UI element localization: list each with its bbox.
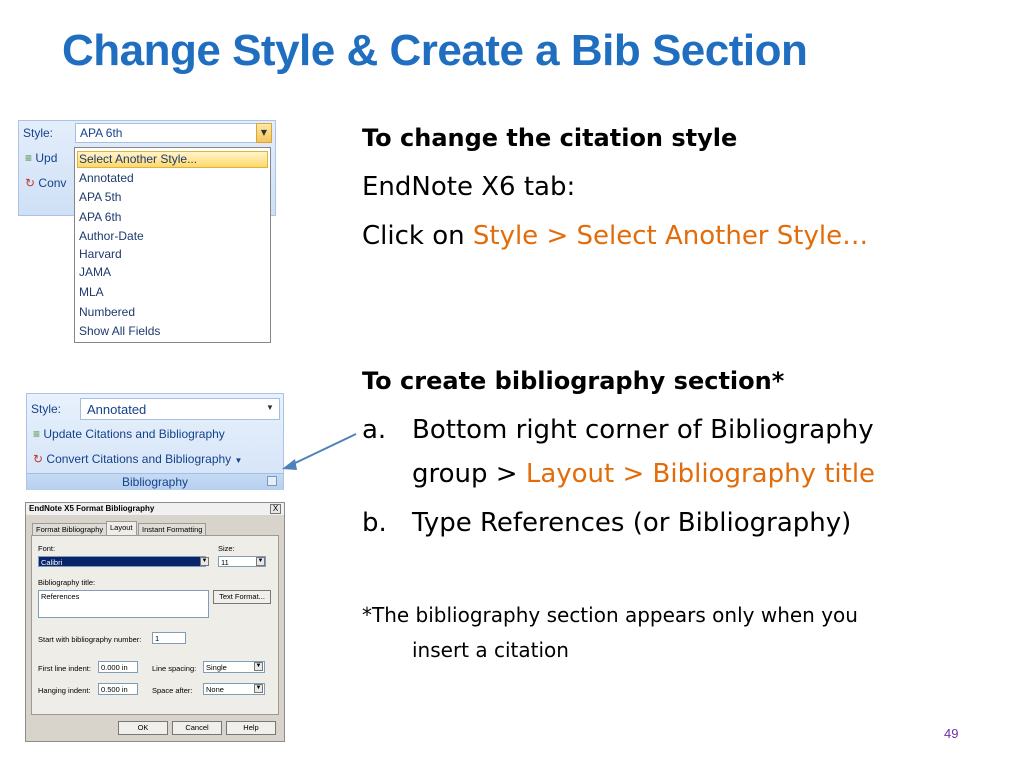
size-label: Size: xyxy=(218,544,235,553)
dialog-title: EndNote X5 Format Bibliography xyxy=(26,503,284,515)
close-button[interactable]: X xyxy=(270,504,281,514)
space-after-label: Space after: xyxy=(152,686,193,695)
item-b-text: Type References (or Bibliography) xyxy=(412,508,852,538)
item-a-marker: a. xyxy=(362,415,387,445)
chevron-down-icon[interactable]: ▼ xyxy=(254,684,263,693)
chevron-down-icon[interactable]: ▼ xyxy=(256,557,265,566)
hanging-indent-label: Hanging indent: xyxy=(38,686,91,695)
item-a-line2: group > Layout > Bibliography title xyxy=(412,459,875,489)
bib-title-field[interactable]: References xyxy=(38,590,209,618)
font-select[interactable]: Calibri xyxy=(38,556,206,567)
item-b-marker: b. xyxy=(362,508,387,538)
item-a-prefix: group > xyxy=(412,459,526,489)
bib-section-heading: To create bibliography section* xyxy=(362,367,785,395)
footnote-line1: *The bibliography section appears only w… xyxy=(362,603,858,627)
item-a-line1: Bottom right corner of Bibliography xyxy=(412,415,874,445)
style-path-highlight: Style > Select Another Style… xyxy=(472,221,869,251)
click-on-prefix: Click on xyxy=(362,221,473,251)
hanging-indent-field[interactable]: 0.500 in xyxy=(98,683,138,695)
font-label: Font: xyxy=(38,544,56,553)
arrow-head xyxy=(282,459,297,470)
footnote-line2: insert a citation xyxy=(412,638,569,662)
tab-format-bibliography[interactable]: Format Bibliography xyxy=(32,523,108,535)
format-bibliography-dialog: EndNote X5 Format Bibliography X Format … xyxy=(25,502,285,742)
page-number: 49 xyxy=(944,726,959,741)
chevron-down-icon[interactable]: ▼ xyxy=(254,662,263,671)
click-on-line: Click on Style > Select Another Style… xyxy=(362,221,868,251)
layout-path-highlight: Layout > Bibliography title xyxy=(525,459,876,489)
chevron-down-icon[interactable]: ▼ xyxy=(200,557,209,566)
tab-instant-formatting[interactable]: Instant Formatting xyxy=(138,523,207,535)
ok-button[interactable]: OK xyxy=(118,721,168,735)
arrow-line xyxy=(290,433,357,466)
tab-layout[interactable]: Layout xyxy=(106,521,137,536)
start-number-field[interactable]: 1 xyxy=(152,632,186,644)
cancel-button[interactable]: Cancel xyxy=(172,721,222,735)
layout-panel: Font: Calibri ▼ Size: 11 ▼ Bibliography … xyxy=(31,535,279,715)
start-number-label: Start with bibliography number: xyxy=(38,635,142,644)
text-format-button[interactable]: Text Format... xyxy=(213,590,271,604)
line-spacing-label: Line spacing: xyxy=(152,664,197,673)
endnote-tab-line: EndNote X6 tab: xyxy=(362,172,576,202)
help-button[interactable]: Help xyxy=(226,721,276,735)
bib-title-label: Bibliography title: xyxy=(38,578,96,587)
first-indent-field[interactable]: 0.000 in xyxy=(98,661,138,673)
first-indent-label: First line indent: xyxy=(38,664,91,673)
citation-style-heading: To change the citation style xyxy=(362,124,738,152)
